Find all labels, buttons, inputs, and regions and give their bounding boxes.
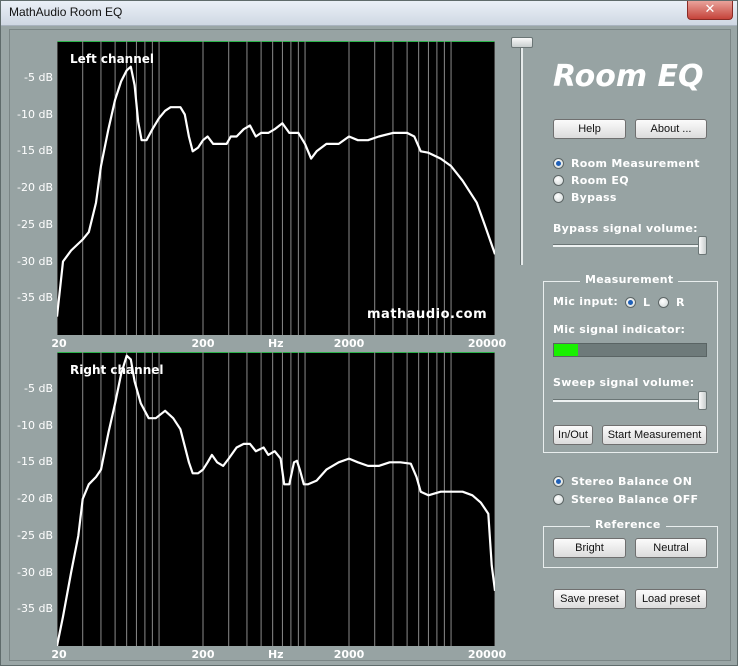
- bypass-volume-slider-track[interactable]: [553, 244, 707, 247]
- plot-title: Left channel: [70, 52, 155, 66]
- mic-signal-meter: [553, 343, 707, 357]
- mic-input-option-r[interactable]: R: [658, 294, 685, 310]
- x-tick-label: 200: [191, 337, 215, 350]
- plot-title: Right channel: [70, 363, 164, 377]
- y-tick-label: -15 dB: [17, 144, 53, 158]
- x-axis-unit-label: Hz: [267, 648, 284, 661]
- bypass-volume-slider-thumb[interactable]: [698, 236, 707, 255]
- sweep-volume-label: Sweep signal volume:: [553, 376, 695, 389]
- radio-button-icon[interactable]: [625, 296, 636, 308]
- mic-input-label: Mic input:: [553, 295, 619, 308]
- mic-input-option-label: R: [676, 295, 685, 309]
- mode-option-room-measurement[interactable]: Room Measurement: [553, 155, 700, 171]
- radio-button-icon[interactable]: [553, 191, 564, 203]
- x-tick-label: 2000: [333, 337, 365, 350]
- response-curve: [57, 65, 495, 317]
- help-button[interactable]: Help: [553, 119, 626, 139]
- load-preset-button[interactable]: Load preset: [635, 589, 707, 609]
- radio-button-icon[interactable]: [553, 157, 564, 169]
- stereo-balance-option-stereo-balance-off[interactable]: Stereo Balance OFF: [553, 491, 698, 507]
- y-tick-label: -35 dB: [17, 602, 53, 616]
- x-tick-label: 200: [191, 648, 215, 661]
- right-channel-plot[interactable]: Right channel: [57, 352, 495, 646]
- master-volume-slider-track[interactable]: [520, 43, 523, 265]
- y-tick-label: -10 dB: [17, 107, 53, 121]
- stereo-balance-option-label: Stereo Balance ON: [571, 474, 693, 488]
- radio-button-icon[interactable]: [553, 475, 564, 487]
- save-preset-button[interactable]: Save preset: [553, 589, 626, 609]
- close-icon: ✕: [704, 2, 716, 17]
- y-tick-label: -30 dB: [17, 565, 53, 579]
- y-tick-label: -25 dB: [17, 217, 53, 231]
- stereo-balance-option-label: Stereo Balance OFF: [571, 492, 699, 506]
- watermark-text: mathaudio.com: [367, 307, 488, 322]
- mode-option-label: Room EQ: [571, 173, 629, 187]
- left-channel-plot[interactable]: Left channel mathaudio.com: [57, 41, 495, 335]
- app-window: MathAudio Room EQ ✕ Left channel mathaudi…: [0, 0, 738, 666]
- y-tick-label: -20 dB: [17, 181, 53, 194]
- measurement-group-title: Measurement: [580, 273, 679, 286]
- mic-signal-level: [554, 344, 579, 356]
- mic-input-option-l[interactable]: L: [625, 294, 650, 310]
- neutral-button[interactable]: Neutral: [635, 538, 707, 558]
- bright-button[interactable]: Bright: [553, 538, 626, 558]
- bypass-volume-label: Bypass signal volume:: [553, 222, 698, 235]
- about-button[interactable]: About ...: [635, 119, 707, 139]
- y-tick-label: -15 dB: [17, 455, 53, 469]
- title-bar[interactable]: MathAudio Room EQ ✕: [1, 1, 737, 26]
- master-volume-slider-thumb[interactable]: [511, 37, 533, 48]
- y-tick-label: -30 dB: [17, 254, 53, 268]
- close-button[interactable]: ✕: [687, 1, 733, 20]
- mic-input-option-label: L: [643, 295, 651, 309]
- mode-option-label: Bypass: [571, 190, 617, 204]
- frequency-response-svg: [57, 352, 495, 646]
- sweep-volume-slider-track[interactable]: [553, 399, 707, 402]
- x-tick-label: 2000: [333, 648, 365, 661]
- x-tick-label: 20: [51, 648, 67, 661]
- y-tick-label: -5 dB: [24, 70, 53, 84]
- app-title: Room EQ: [553, 59, 704, 94]
- y-tick-label: -35 dB: [17, 291, 53, 305]
- window-title: MathAudio Room EQ: [9, 5, 123, 19]
- sweep-volume-slider-thumb[interactable]: [698, 391, 707, 410]
- radio-button-icon[interactable]: [658, 296, 669, 308]
- mode-option-label: Room Measurement: [571, 156, 700, 170]
- mic-signal-indicator-label: Mic signal indicator:: [553, 323, 686, 336]
- y-tick-label: -5 dB: [24, 381, 53, 395]
- mode-option-room-eq[interactable]: Room EQ: [553, 172, 629, 188]
- y-tick-label: -25 dB: [17, 528, 53, 542]
- x-tick-label: 20000: [467, 648, 507, 661]
- response-curve: [57, 354, 495, 646]
- y-tick-label: -20 dB: [17, 492, 53, 505]
- mode-option-bypass[interactable]: Bypass: [553, 189, 617, 205]
- x-tick-label: 20000: [467, 337, 507, 350]
- radio-button-icon[interactable]: [553, 174, 564, 186]
- x-tick-label: 20: [51, 337, 67, 350]
- y-tick-label: -10 dB: [17, 418, 53, 432]
- stereo-balance-option-stereo-balance-on[interactable]: Stereo Balance ON: [553, 473, 692, 489]
- frequency-response-svg: [57, 41, 495, 335]
- radio-button-icon[interactable]: [553, 493, 564, 505]
- start-measurement-button[interactable]: Start Measurement: [602, 425, 707, 445]
- reference-group-title: Reference: [590, 518, 666, 531]
- x-axis-unit-label: Hz: [267, 337, 284, 350]
- in-out-button[interactable]: In/Out: [553, 425, 593, 445]
